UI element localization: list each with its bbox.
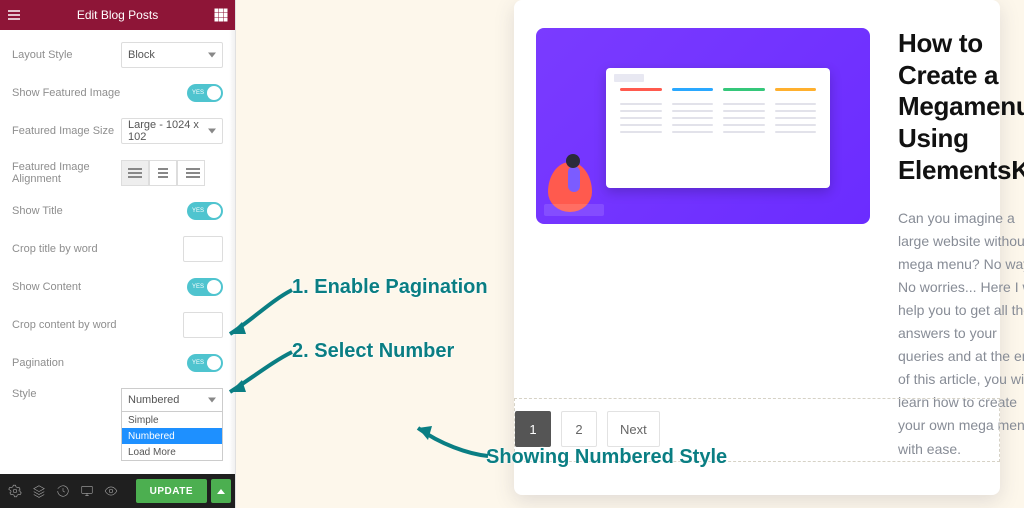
featured-align-control: Featured Image Alignment [0, 152, 235, 194]
preview-area: How to Create a Megamenu Using ElementsK… [236, 0, 1024, 508]
annotation-1: 1. Enable Pagination [292, 276, 488, 299]
crop-content-control: Crop content by word [0, 304, 235, 346]
style-option-numbered[interactable]: Numbered [122, 428, 222, 444]
history-icon[interactable] [52, 480, 74, 502]
panel-title: Edit Blog Posts [77, 8, 158, 22]
scroll-shadow [229, 30, 235, 474]
layout-style-label: Layout Style [12, 49, 121, 61]
style-options: Simple Numbered Load More [122, 411, 222, 460]
show-title-control: Show Title YES [0, 194, 235, 228]
show-content-control: Show Content YES [0, 270, 235, 304]
style-select[interactable]: Numbered Simple Numbered Load More [121, 388, 223, 461]
show-featured-toggle[interactable]: YES [187, 84, 223, 102]
show-title-toggle[interactable]: YES [187, 202, 223, 220]
show-featured-control: Show Featured Image YES [0, 76, 235, 110]
panel-body: Layout Style Block Show Featured Image Y… [0, 30, 235, 474]
preview-icon[interactable] [100, 480, 122, 502]
page-2-button[interactable]: 2 [561, 411, 597, 447]
featured-size-control: Featured Image Size Large - 1024 x 102 [0, 110, 235, 152]
annotation-3: Showing Numbered Style [486, 446, 727, 469]
thumb-sheet [606, 68, 830, 188]
annotation-2: 2. Select Number [292, 340, 454, 363]
pagination-label: Pagination [12, 357, 187, 369]
arrow-3-icon [410, 420, 490, 460]
crop-content-input[interactable] [183, 312, 223, 338]
menu-icon[interactable] [6, 7, 22, 23]
crop-title-control: Crop title by word [0, 228, 235, 270]
panel-header: Edit Blog Posts [0, 0, 235, 30]
responsive-icon[interactable] [76, 480, 98, 502]
style-label: Style [12, 388, 121, 400]
page-1-button[interactable]: 1 [515, 411, 551, 447]
align-center-button[interactable] [149, 160, 177, 186]
featured-align-label: Featured Image Alignment [12, 161, 121, 185]
show-content-label: Show Content [12, 281, 187, 293]
post-title: How to Create a Megamenu Using ElementsK… [898, 28, 1024, 187]
style-selected: Numbered [122, 389, 222, 411]
pagination-toggle[interactable]: YES [187, 354, 223, 372]
settings-icon[interactable] [4, 480, 26, 502]
crop-content-label: Crop content by word [12, 319, 183, 331]
update-button[interactable]: UPDATE [136, 479, 207, 503]
crop-title-label: Crop title by word [12, 243, 183, 255]
navigator-icon[interactable] [28, 480, 50, 502]
show-title-label: Show Title [12, 205, 187, 217]
post-text: How to Create a Megamenu Using ElementsK… [898, 28, 1024, 461]
editor-panel: Edit Blog Posts Layout Style Block Show … [0, 0, 236, 508]
page-next-button[interactable]: Next [607, 411, 660, 447]
thumb-logo [614, 74, 644, 82]
style-control: Style Numbered Simple Numbered Load More [0, 380, 235, 469]
panel-footer: UPDATE [0, 474, 235, 508]
pagination-control: Pagination YES [0, 346, 235, 380]
layout-style-select[interactable]: Block [121, 42, 223, 68]
apps-icon[interactable] [213, 7, 229, 23]
show-featured-label: Show Featured Image [12, 87, 187, 99]
post-thumbnail [536, 28, 870, 224]
featured-size-select[interactable]: Large - 1024 x 102 [121, 118, 223, 144]
thumb-badge [544, 204, 604, 216]
align-group [121, 160, 223, 186]
arrow-2-icon [222, 352, 292, 398]
update-options-button[interactable] [211, 479, 231, 503]
style-option-simple[interactable]: Simple [122, 412, 222, 428]
featured-size-label: Featured Image Size [12, 125, 121, 137]
layout-style-control: Layout Style Block [0, 34, 235, 76]
pagination: 1 2 Next [515, 399, 999, 447]
thumb-person [548, 136, 604, 212]
crop-title-input[interactable] [183, 236, 223, 262]
arrow-1-icon [222, 290, 292, 340]
align-left-button[interactable] [121, 160, 149, 186]
align-right-button[interactable] [177, 160, 205, 186]
style-option-loadmore[interactable]: Load More [122, 444, 222, 460]
show-content-toggle[interactable]: YES [187, 278, 223, 296]
